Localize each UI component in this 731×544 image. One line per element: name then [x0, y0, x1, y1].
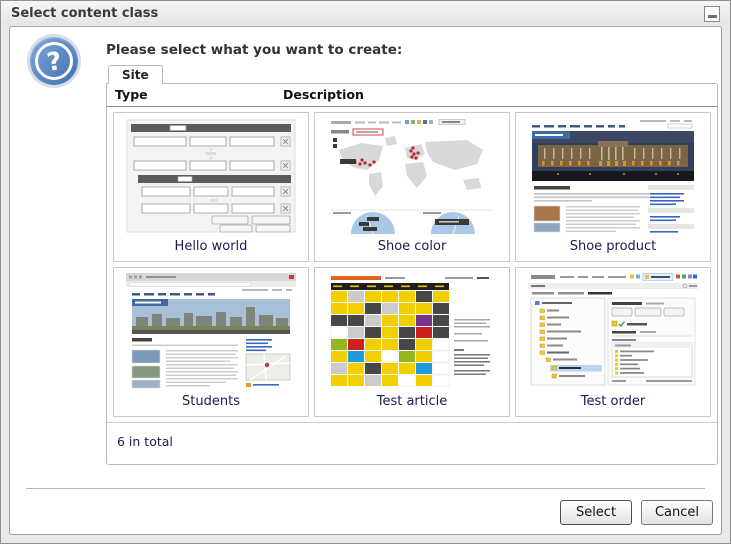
- content-class-label: Shoe product: [570, 239, 657, 254]
- shoe-color-thumbnail: [327, 118, 497, 234]
- students-thumbnail: [126, 273, 296, 389]
- total-count: 6 in total: [107, 422, 717, 449]
- visitor-map-image: [327, 118, 497, 234]
- tab-panel: Type Description: [106, 83, 718, 465]
- content-class-grid: Hello world: [107, 107, 717, 422]
- content-class-label: Shoe color: [378, 239, 447, 254]
- help-icon: ?: [30, 37, 78, 85]
- cancel-button[interactable]: Cancel: [641, 500, 713, 525]
- tab-site[interactable]: Site: [108, 65, 163, 84]
- content-class-label: Hello world: [175, 239, 248, 254]
- content-class-item-test-article[interactable]: Test article: [314, 267, 510, 417]
- column-header-row: Type Description: [107, 84, 717, 107]
- content-class-label: Test article: [377, 394, 448, 409]
- dialog-heading: Please select what you want to create:: [106, 42, 402, 58]
- test-article-thumbnail: [327, 273, 497, 389]
- minimize-button[interactable]: [704, 6, 720, 22]
- content-class-item-hello-world[interactable]: Hello world: [113, 112, 309, 262]
- cms-admin-image: [528, 273, 698, 389]
- action-buttons: Select Cancel: [560, 500, 713, 525]
- column-header-description: Description: [283, 87, 364, 102]
- minimize-icon: [708, 15, 717, 18]
- content-class-item-shoe-product[interactable]: Shoe product: [515, 112, 711, 262]
- content-class-label: Students: [182, 394, 240, 409]
- personalization-form-image: [126, 118, 296, 234]
- content-class-item-students[interactable]: Students: [113, 267, 309, 417]
- tab-group: Site Type Description: [106, 63, 718, 465]
- dialog-body: ? Please select what you want to create:…: [9, 26, 722, 535]
- select-button[interactable]: Select: [560, 500, 632, 525]
- select-content-class-dialog: Select content class ? Please select wha…: [0, 0, 731, 544]
- content-class-item-shoe-color[interactable]: Shoe color: [314, 112, 510, 262]
- content-class-label: Test order: [581, 394, 645, 409]
- shoe-product-thumbnail: [528, 118, 698, 234]
- city-panorama-page-image: [126, 273, 296, 389]
- timetable-image: [327, 273, 497, 389]
- question-mark-glyph: ?: [45, 48, 63, 75]
- dialog-titlebar: Select content class: [1, 1, 730, 25]
- hello-world-thumbnail: [126, 118, 296, 234]
- column-header-type: Type: [115, 87, 148, 102]
- test-order-thumbnail: [528, 273, 698, 389]
- content-class-item-test-order[interactable]: Test order: [515, 267, 711, 417]
- dialog-title: Select content class: [11, 6, 158, 21]
- footer-divider: [26, 488, 705, 489]
- royal-palace-page-image: [528, 118, 698, 234]
